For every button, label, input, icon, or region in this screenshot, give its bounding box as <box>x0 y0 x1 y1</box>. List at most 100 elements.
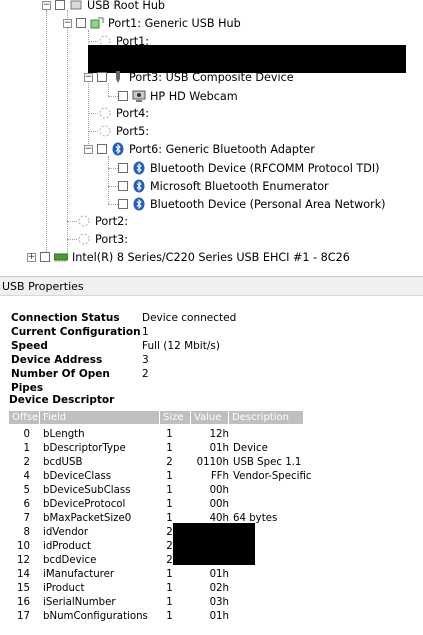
table-cell: bcdDevice <box>43 555 97 566</box>
table-cell <box>229 484 233 498</box>
tree-item-port1-hub[interactable]: − Port1: Generic USB Hub <box>63 14 241 32</box>
table-cell: bDeviceSubClass <box>43 485 131 496</box>
table-cell: 1 <box>166 569 173 580</box>
collapse-toggle[interactable]: − <box>42 0 51 10</box>
table-row: 8 idVendor 2 <box>9 526 329 540</box>
property-label: Device Address <box>11 354 103 366</box>
collapse-toggle[interactable]: − <box>63 18 72 28</box>
empty-port-icon <box>98 124 112 138</box>
tree-item-port4[interactable]: Port4: <box>98 104 149 122</box>
table-cell: bNumConfigurations <box>43 611 148 622</box>
table-row: 6 bDeviceProtocol 1 00h <box>9 498 329 512</box>
table-row: 0 bLength 1 12h <box>9 428 329 442</box>
property-row: Speed Full (12 Mbit/s) <box>11 339 220 353</box>
table-cell: 01h <box>209 611 229 622</box>
property-value: Device connected <box>142 312 237 324</box>
tree-item-label: USB Root Hub <box>87 0 166 12</box>
table-cell: 12 <box>17 555 30 566</box>
column-header: Field <box>40 411 160 424</box>
table-cell: idVendor <box>43 527 89 538</box>
table-cell: 1 <box>166 443 173 454</box>
checkbox[interactable] <box>97 72 107 82</box>
table-cell: Vendor-Specific <box>233 471 312 482</box>
tree-item-port6-bluetooth[interactable]: − Port6: Generic Bluetooth Adapter <box>84 140 315 158</box>
table-row: 4 bDeviceClass 1 FFh Vendor-Specific <box>9 470 329 484</box>
checkbox[interactable] <box>55 0 65 10</box>
tree-item-bt-rfcomm[interactable]: Bluetooth Device (RFCOMM Protocol TDI) <box>118 159 380 177</box>
table-cell: iSerialNumber <box>43 597 116 608</box>
property-row: Number Of Open Pipes 2 <box>11 367 149 394</box>
properties-panel-title: USB Properties <box>0 276 423 296</box>
bluetooth-icon <box>111 142 125 156</box>
tree-item-webcam[interactable]: HP HD Webcam <box>118 87 238 105</box>
collapse-toggle[interactable]: − <box>84 144 93 154</box>
usb-hub-icon <box>69 0 83 12</box>
table-cell: 01h <box>209 569 229 580</box>
property-value: 1 <box>142 326 149 338</box>
table-cell: bDescriptorType <box>43 443 126 454</box>
table-cell: iManufacturer <box>43 569 115 580</box>
tree-item-port2[interactable]: Port2: <box>77 212 128 230</box>
tree-item-label: Intel(R) 8 Series/C220 Series USB EHCI #… <box>72 250 350 264</box>
table-cell: 4 <box>23 471 30 482</box>
checkbox[interactable] <box>118 163 128 173</box>
table-row: 10 idProduct 2 <box>9 540 329 554</box>
checkbox[interactable] <box>118 181 128 191</box>
tree-item-root-hub[interactable]: − USB Root Hub <box>42 0 165 14</box>
tree-item-label: HP HD Webcam <box>150 89 238 103</box>
collapse-toggle[interactable]: − <box>84 72 93 82</box>
checkbox[interactable] <box>40 252 50 262</box>
table-cell: 1 <box>166 597 173 608</box>
section-title: Device Descriptor <box>9 394 115 406</box>
tree-item-bt-pan[interactable]: Bluetooth Device (Personal Area Network) <box>118 195 386 213</box>
tree-item-label: Port2: <box>95 214 129 228</box>
tree-item-port3[interactable]: Port3: <box>77 230 128 248</box>
table-cell: 0 <box>23 429 30 440</box>
table-cell: bMaxPacketSize0 <box>43 513 132 524</box>
table-cell: 00h <box>209 485 229 496</box>
property-value: Full (12 Mbit/s) <box>142 340 220 352</box>
checkbox[interactable] <box>97 144 107 154</box>
property-label: Number Of Open Pipes <box>11 368 110 394</box>
usb-plug-icon <box>111 70 125 84</box>
column-header: Description <box>229 411 304 424</box>
checkbox[interactable] <box>118 199 128 209</box>
tree-item-port5[interactable]: Port5: <box>98 122 149 140</box>
property-row: Current Configuration 1 <box>11 325 149 339</box>
device-tree[interactable]: − USB Root Hub − Port1: Generic USB Hub … <box>0 0 423 268</box>
table-cell: 1 <box>166 471 173 482</box>
column-header: Offset <box>9 411 42 424</box>
table-cell <box>229 568 233 582</box>
table-cell: bDeviceProtocol <box>43 499 126 510</box>
table-cell: bcdUSB <box>43 457 83 468</box>
bluetooth-icon <box>132 197 146 211</box>
empty-port-icon <box>98 106 112 120</box>
table-cell: 1 <box>166 583 173 594</box>
table-cell: bLength <box>43 429 85 440</box>
checkbox[interactable] <box>76 18 86 28</box>
table-cell: 17 <box>17 611 30 622</box>
usb-hub-icon <box>90 16 104 30</box>
table-row: 14 iManufacturer 1 01h <box>9 568 329 582</box>
bluetooth-icon <box>132 161 146 175</box>
tree-item-ehci-controller[interactable]: + Intel(R) 8 Series/C220 Series USB EHCI… <box>27 248 350 266</box>
table-cell: bDeviceClass <box>43 471 112 482</box>
column-header: Size <box>160 411 191 424</box>
property-label: Current Configuration <box>11 326 141 338</box>
property-value: 3 <box>142 354 149 366</box>
table-cell <box>229 582 233 596</box>
tree-item-label: Bluetooth Device (Personal Area Network) <box>150 197 386 211</box>
property-row: Connection Status Device connected <box>11 311 236 325</box>
checkbox[interactable] <box>118 91 128 101</box>
expand-toggle[interactable]: + <box>27 252 36 262</box>
table-cell: 1 <box>166 429 173 440</box>
tree-item-bt-enumerator[interactable]: Microsoft Bluetooth Enumerator <box>118 177 329 195</box>
table-cell: 1 <box>23 443 30 454</box>
webcam-icon <box>132 89 146 103</box>
tree-item-port3-composite[interactable]: − Port3: USB Composite Device <box>84 68 294 86</box>
table-cell: 01h <box>209 443 229 454</box>
table-row: 5 bDeviceSubClass 1 00h <box>9 484 329 498</box>
tree-item-label: Port6: Generic Bluetooth Adapter <box>129 142 315 156</box>
tree-item-label: Port5: <box>116 124 150 138</box>
table-cell: USB Spec 1.1 <box>233 457 302 468</box>
